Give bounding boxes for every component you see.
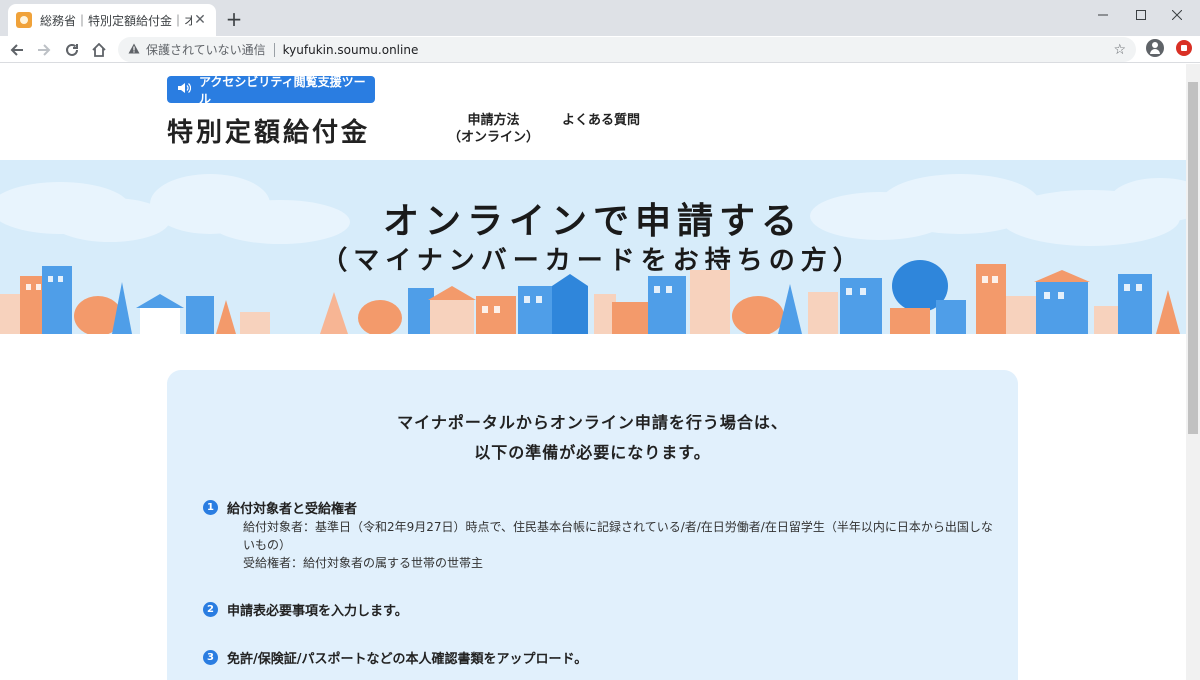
scrollbar-thumb[interactable]	[1188, 82, 1198, 434]
page-scrollbar[interactable]	[1186, 64, 1200, 680]
step-description: 給付対象者：基準日（令和2年9月27日）時点で、住民基本台帳に記録されている/者…	[243, 518, 993, 572]
step-description-line: 給付対象者：基準日（令和2年9月27日）時点で、住民基本台帳に記録されている/者…	[243, 520, 993, 552]
address-bar[interactable]: 保護されていない通信 kyufukin.soumu.online ☆	[118, 37, 1136, 62]
step-description-line: 受給権者：給付対象者の属する世帯の世帯主	[243, 556, 484, 570]
url-text[interactable]: kyufukin.soumu.online	[283, 43, 419, 57]
browser-toolbar: 保護されていない通信 kyufukin.soumu.online ☆	[0, 36, 1200, 63]
hero-title: オンラインで申請する	[382, 201, 803, 242]
step-heading: 免許/保険証/パスポートなどの本人確認書類をアップロード。	[227, 652, 588, 667]
accessibility-button[interactable]: アクセシビリティ閲覧支援ツール	[167, 75, 375, 106]
tab-title: 総務省｜特別定額給付金｜オンライ	[40, 13, 192, 28]
nav-online-application[interactable]: 申請方法 （オンライン）	[448, 112, 539, 146]
step-heading: 給付対象者と受給権者	[227, 502, 358, 517]
nav-faq[interactable]: よくある質問	[562, 112, 640, 129]
tab-close-icon[interactable]: ✕	[192, 12, 208, 28]
browser-tab[interactable]: 総務省｜特別定額給付金｜オンライ ✕	[8, 4, 216, 36]
speaker-icon	[177, 82, 192, 97]
back-arrow-icon[interactable]	[6, 39, 28, 61]
card-lead-line2: 以下の準備が必要になります。	[474, 443, 711, 462]
hero-banner: オンラインで申請する （マイナンバーカードをお持ちの方）	[0, 160, 1186, 334]
security-status[interactable]: 保護されていない通信	[146, 41, 266, 58]
step-number-badge: 2	[203, 602, 218, 617]
warning-icon[interactable]	[128, 43, 140, 57]
address-divider	[273, 42, 275, 57]
forward-arrow-icon[interactable]	[33, 39, 55, 61]
card-lead-text: マイナポータルからオンライン申請を行う場合は、 以下の準備が必要になります。	[167, 408, 1018, 468]
close-window-icon[interactable]	[1154, 0, 1200, 30]
star-icon[interactable]: ☆	[1113, 42, 1126, 58]
nav-online-label-line1: 申請方法	[467, 113, 520, 128]
site-favicon-icon	[16, 12, 32, 28]
preparation-info-card: マイナポータルからオンライン申請を行う場合は、 以下の準備が必要になります。 1…	[167, 370, 1018, 680]
new-tab-button[interactable]: +	[222, 8, 246, 32]
home-icon[interactable]	[88, 39, 110, 61]
profile-icon[interactable]	[1146, 39, 1164, 57]
city-skyline-illustration	[0, 260, 1180, 334]
extension-icon[interactable]	[1176, 40, 1192, 56]
page-viewport: アクセシビリティ閲覧支援ツール 特別定額給付金 申請方法 （オンライン） よくあ…	[0, 64, 1186, 680]
accessibility-button-label: アクセシビリティ閲覧支援ツール	[199, 74, 366, 106]
step-number-badge: 1	[203, 500, 218, 515]
tab-strip: 総務省｜特別定額給付金｜オンライ ✕ +	[0, 0, 1200, 36]
step-heading: 申請表必要事項を入力します。	[227, 604, 408, 619]
nav-online-label-line2: （オンライン）	[448, 130, 540, 145]
step-number-badge: 3	[203, 650, 218, 665]
site-title[interactable]: 特別定額給付金	[167, 112, 370, 149]
card-lead-line1: マイナポータルからオンライン申請を行う場合は、	[397, 413, 788, 432]
reload-icon[interactable]	[61, 39, 83, 61]
